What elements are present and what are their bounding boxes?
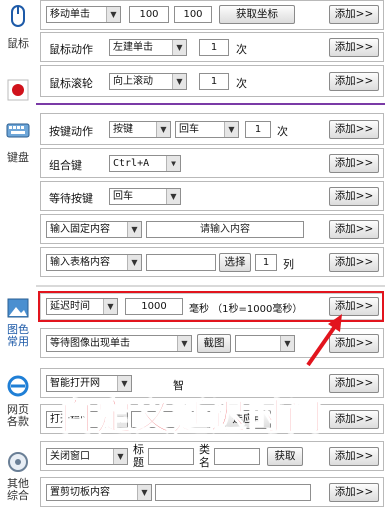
chevron-down-icon: ▼: [113, 449, 127, 464]
clipboard-row: 置剪切板内容 ▼ 添加>>: [40, 477, 384, 507]
chevron-down-icon: ▼: [166, 189, 180, 204]
y-coordinate-input[interactable]: 100: [174, 6, 212, 23]
key-select[interactable]: 回车 ▼: [175, 121, 239, 138]
close-window-select[interactable]: 关闭窗口 ▼: [46, 448, 128, 465]
combo-key-row: 组合键 Ctrl+A ▼ 添加>>: [40, 148, 384, 178]
mouse-action-label: 鼠标动作: [49, 43, 93, 56]
chevron-down-icon: ▼: [137, 485, 151, 500]
chevron-down-icon: ▼: [177, 336, 191, 351]
move-click-row: 移动单击 ▼ 100 100 获取坐标 添加>>: [40, 0, 384, 30]
chevron-down-icon: ▼: [172, 40, 186, 55]
chevron-down-icon: ▼: [172, 74, 186, 89]
key-action-select[interactable]: 按键 ▼: [109, 121, 171, 138]
times-unit: 次: [236, 43, 247, 56]
add-button[interactable]: 添加>>: [329, 410, 379, 429]
chevron-down-icon: ▼: [224, 122, 238, 137]
times-unit: 次: [236, 77, 247, 90]
browser-icon[interactable]: [6, 374, 30, 398]
add-button[interactable]: 添加>>: [329, 120, 379, 139]
annotation-arrow: [306, 314, 342, 367]
x-coordinate-input[interactable]: 100: [129, 6, 169, 23]
input-fixed-select[interactable]: 输入固定内容 ▼: [46, 221, 142, 238]
select-button[interactable]: 选择: [219, 253, 251, 272]
chevron-down-icon: ▼: [166, 156, 180, 171]
table-path-input[interactable]: [146, 254, 216, 271]
wait-image-select[interactable]: 等待图像出现单击 ▼: [46, 335, 192, 352]
sidebar-label-keyboard: 键盘: [7, 151, 29, 164]
mouse-action-row: 鼠标动作 左建单击 ▼ 1 次 添加>>: [40, 32, 384, 62]
mouse-wheel-select[interactable]: 向上滚动 ▼: [109, 73, 187, 90]
chevron-down-icon: ▼: [127, 222, 141, 237]
sidebar-label-mouse: 鼠标: [7, 37, 29, 50]
wait-key-select[interactable]: 回车 ▼: [109, 188, 181, 205]
column-unit: 列: [283, 258, 294, 271]
gear-globe-icon[interactable]: [6, 450, 30, 474]
add-button[interactable]: 添加>>: [329, 187, 379, 206]
title-label: 标题: [133, 443, 144, 469]
mouse-wheel-label: 鼠标滚轮: [49, 77, 93, 90]
chevron-down-icon: ▼: [156, 122, 170, 137]
category-sidebar: 鼠标 键盘 图色 常用 网页 各款 其他 综合: [0, 0, 36, 509]
clipboard-content-input[interactable]: [155, 484, 311, 501]
mouse-action-count[interactable]: 1: [199, 39, 229, 56]
add-button[interactable]: 添加>>: [329, 154, 379, 173]
times-unit: 次: [277, 125, 288, 138]
wait-key-row: 等待按键 回车 ▼ 添加>>: [40, 181, 384, 211]
image-select[interactable]: ▼: [235, 335, 295, 352]
get-coordinates-button[interactable]: 获取坐标: [219, 5, 295, 24]
sidebar-label-web: 网页 各款: [7, 403, 29, 428]
add-button[interactable]: 添加>>: [329, 374, 379, 393]
annotation-caption: 自定义延迟时间: [57, 396, 325, 439]
class-input[interactable]: [214, 448, 260, 465]
add-button[interactable]: 添加>>: [329, 38, 379, 57]
screenshot-button[interactable]: 截图: [197, 334, 231, 353]
mouse-icon[interactable]: [6, 4, 30, 28]
key-action-label: 按键动作: [49, 125, 93, 138]
section-divider: [36, 285, 385, 287]
chevron-down-icon: ▼: [127, 255, 141, 270]
add-button[interactable]: 添加>>: [329, 220, 379, 239]
title-input[interactable]: [148, 448, 194, 465]
key-action-row: 按键动作 按键 ▼ 回车 ▼ 1 次 添加>>: [40, 113, 384, 145]
chevron-down-icon: ▼: [106, 7, 120, 22]
record-icon[interactable]: [6, 78, 30, 102]
combo-key-label: 组合键: [49, 159, 82, 172]
sidebar-label-other: 其他 综合: [7, 477, 29, 502]
clipboard-select[interactable]: 置剪切板内容 ▼: [46, 484, 152, 501]
section-divider: [36, 103, 385, 105]
chevron-down-icon: ▼: [280, 336, 294, 351]
keyboard-icon[interactable]: [6, 118, 30, 142]
mouse-wheel-count[interactable]: 1: [199, 73, 229, 90]
key-action-count[interactable]: 1: [245, 121, 271, 138]
get-window-button[interactable]: 获取: [267, 447, 303, 466]
combo-key-select[interactable]: Ctrl+A ▼: [109, 155, 181, 172]
input-table-row: 输入表格内容 ▼ 选择 1 列 添加>>: [40, 247, 384, 277]
add-button[interactable]: 添加>>: [329, 253, 379, 272]
mouse-wheel-row: 鼠标滚轮 向上滚动 ▼ 1 次 添加>>: [40, 65, 384, 97]
image-icon[interactable]: [6, 296, 30, 320]
mouse-action-select[interactable]: 左建单击 ▼: [109, 39, 187, 56]
column-input[interactable]: 1: [255, 254, 277, 271]
add-button[interactable]: 添加>>: [329, 72, 379, 91]
add-button[interactable]: 添加>>: [329, 483, 379, 502]
input-fixed-row: 输入固定内容 ▼ 请输入内容 添加>>: [40, 214, 384, 244]
sidebar-label-image-color: 图色 常用: [7, 323, 29, 348]
add-button[interactable]: 添加>>: [329, 5, 379, 24]
close-window-row: 关闭窗口 ▼ 标题 类名 获取 添加>>: [40, 441, 384, 471]
wait-key-label: 等待按键: [49, 192, 93, 205]
add-button[interactable]: 添加>>: [329, 447, 379, 466]
move-click-select[interactable]: 移动单击 ▼: [46, 6, 121, 23]
class-label: 类名: [199, 443, 210, 469]
fixed-content-input[interactable]: 请输入内容: [146, 221, 304, 238]
input-table-select[interactable]: 输入表格内容 ▼: [46, 254, 142, 271]
